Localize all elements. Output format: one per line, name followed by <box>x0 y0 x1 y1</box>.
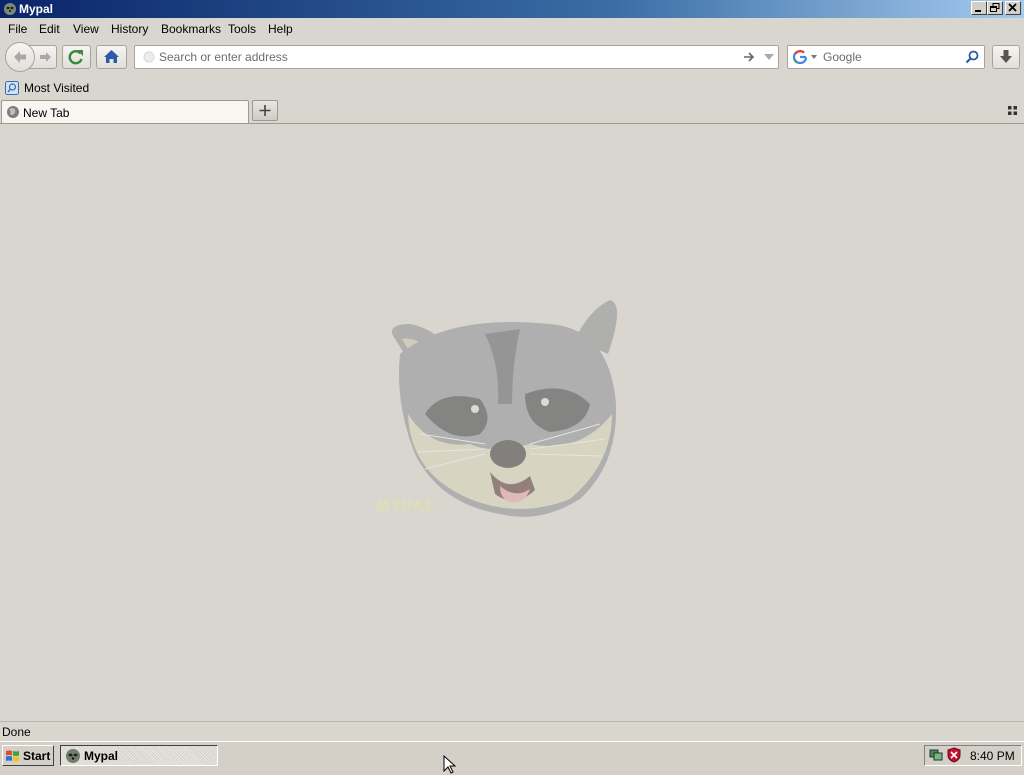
site-identity-icon <box>143 51 155 63</box>
windows-logo-icon <box>6 750 19 762</box>
tab-strip: New Tab <box>0 98 1024 124</box>
navigation-toolbar <box>0 41 1024 73</box>
start-button[interactable]: Start <box>2 745 54 766</box>
status-text: Done <box>2 725 31 739</box>
security-shield-icon[interactable] <box>946 747 962 763</box>
reload-icon <box>68 49 83 65</box>
taskbar: Start Mypal 8:40 PM <box>0 741 1024 768</box>
search-engine-dropdown-icon[interactable] <box>810 49 818 65</box>
address-bar[interactable] <box>134 45 779 69</box>
menu-view[interactable]: View <box>73 22 99 36</box>
forward-button[interactable] <box>36 46 56 68</box>
forward-arrow-icon <box>40 52 51 62</box>
browser-window: Mypal File Edit View History Bookmarks T… <box>0 0 1024 742</box>
network-icon[interactable] <box>928 747 944 763</box>
new-tab-button[interactable] <box>252 100 278 121</box>
home-icon <box>104 50 119 63</box>
restore-button[interactable] <box>987 1 1003 15</box>
restore-icon <box>990 3 1000 12</box>
mouse-cursor-icon <box>443 755 457 774</box>
search-bar[interactable] <box>787 45 985 69</box>
clock: 8:40 PM <box>970 749 1015 763</box>
status-bar: Done <box>0 721 1024 742</box>
close-icon <box>1008 3 1017 12</box>
tab-new-tab[interactable]: New Tab <box>1 100 249 123</box>
tab-label: New Tab <box>23 106 70 120</box>
minimize-button[interactable] <box>971 1 987 15</box>
menu-tools[interactable]: Tools <box>228 22 256 36</box>
search-icon[interactable] <box>964 49 980 65</box>
bookmark-label: Most Visited <box>24 81 90 95</box>
minimize-icon <box>975 10 981 12</box>
title-bar[interactable]: Mypal <box>0 0 1024 18</box>
plus-icon <box>259 105 271 116</box>
back-forward-group <box>5 42 57 72</box>
menu-bar: File Edit View History Bookmarks Tools H… <box>0 19 1024 39</box>
mypal-app-icon <box>4 3 16 15</box>
tab-grid-icon[interactable] <box>1007 105 1019 117</box>
download-icon <box>1000 50 1012 63</box>
taskbar-item-label: Mypal <box>84 749 119 763</box>
back-arrow-icon <box>14 51 26 63</box>
bookmark-folder-icon <box>5 81 19 95</box>
go-arrow-icon[interactable] <box>741 49 757 65</box>
menu-history[interactable]: History <box>111 22 148 36</box>
system-tray: 8:40 PM <box>924 745 1022 766</box>
bookmarks-toolbar: Most Visited <box>0 78 1024 98</box>
mypal-app-icon <box>66 749 80 763</box>
start-label: Start <box>23 749 51 763</box>
url-dropdown-icon[interactable] <box>762 49 776 65</box>
menu-file[interactable]: File <box>8 22 27 36</box>
globe-icon <box>7 106 19 118</box>
reload-button[interactable] <box>62 45 91 69</box>
taskbar-item-mypal[interactable]: Mypal <box>60 745 218 766</box>
window-title: Mypal <box>19 2 54 16</box>
logo-text: MYPAL <box>376 498 436 515</box>
menu-help[interactable]: Help <box>268 22 293 36</box>
search-input[interactable] <box>823 49 963 65</box>
downloads-button[interactable] <box>992 45 1020 69</box>
page-content: MYPAL <box>0 124 1024 720</box>
google-icon[interactable] <box>792 49 808 65</box>
menu-edit[interactable]: Edit <box>39 22 60 36</box>
home-button[interactable] <box>96 45 127 69</box>
bookmark-most-visited[interactable]: Most Visited <box>4 79 94 97</box>
url-input[interactable] <box>159 49 729 65</box>
menu-bookmarks[interactable]: Bookmarks <box>161 22 221 36</box>
back-button[interactable] <box>5 42 35 72</box>
close-button[interactable] <box>1005 1 1021 15</box>
